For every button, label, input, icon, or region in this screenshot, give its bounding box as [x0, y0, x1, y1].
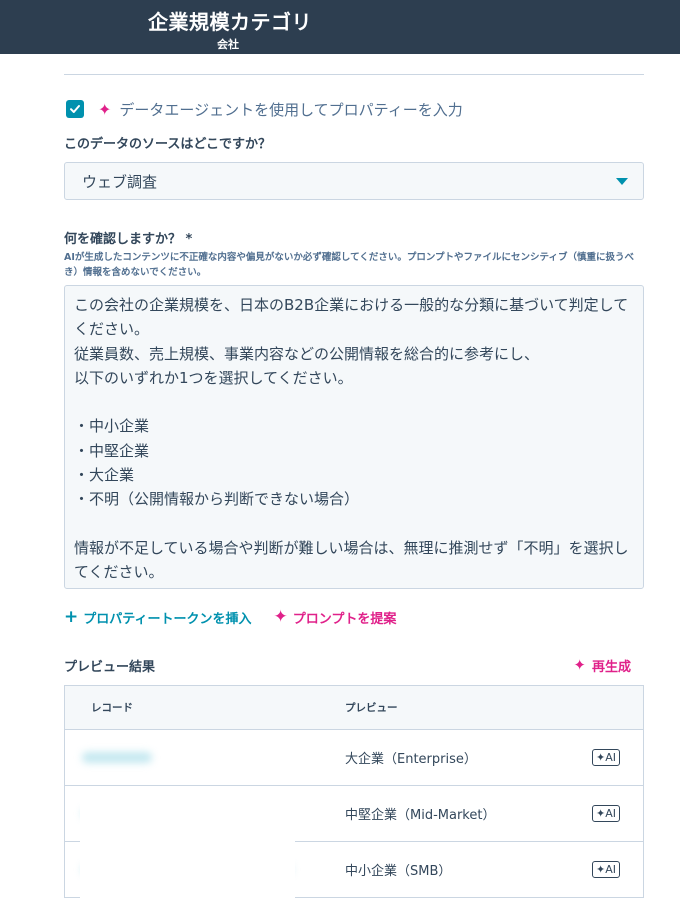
check-icon [70, 105, 80, 113]
prompt-textarea[interactable]: この会社の企業規模を、日本のB2B企業における一般的な分類に基づいて判定してくだ… [64, 285, 644, 589]
source-select[interactable]: ウェブ調査 [64, 162, 644, 200]
panel-subtitle: 会社 [217, 38, 239, 51]
source-label: このデータのソースはどこですか？ [64, 137, 271, 152]
panel-header: 企業規模カテゴリ 会社 [0, 0, 680, 54]
prompt-actions: + プロパティートークンを挿入 ✦ プロンプトを提案 [64, 607, 644, 627]
column-header-record: レコード [91, 702, 133, 714]
sparkle-icon: ✦ [98, 99, 112, 119]
ai-badge: ✦AI [592, 749, 620, 766]
preview-title: プレビュー結果 [64, 659, 156, 675]
caret-down-icon [616, 177, 628, 185]
regenerate-label: 再生成 [591, 659, 631, 675]
form-content: ✦ データエージェントを使用してプロパティーを入力 このデータのソースはどこです… [64, 54, 644, 898]
preview-value: 大企業（Enterprise） [345, 752, 477, 767]
insert-token-button[interactable]: + プロパティートークンを挿入 [64, 607, 251, 627]
suggest-prompt-button[interactable]: ✦ プロンプトを提案 [273, 607, 396, 627]
column-header-preview: プレビュー [345, 702, 398, 714]
overlay-mask [80, 790, 295, 907]
sparkle-icon: ✦ [573, 656, 586, 674]
data-agent-label: データエージェントを使用してプロパティーを入力 [119, 100, 463, 119]
preview-value: 中堅企業（Mid-Market） [345, 808, 496, 823]
suggest-prompt-label: プロンプトを提案 [292, 611, 397, 627]
sparkle-icon: ✦ [273, 607, 288, 627]
question-label: 何を確認しますか？ * [64, 232, 193, 247]
preview-header: プレビュー結果 ✦ 再生成 [64, 655, 644, 675]
insert-token-label: プロパティートークンを挿入 [83, 611, 252, 627]
regenerate-button[interactable]: ✦ 再生成 [573, 656, 631, 675]
question-help-text: AIが生成したコンテンツに不正確な内容や偏見がないか必ず確認してください。プロン… [64, 252, 634, 278]
record-name-redacted[interactable] [82, 752, 152, 763]
table-header: レコード プレビュー [65, 686, 643, 730]
data-agent-row: ✦ データエージェントを使用してプロパティーを入力 [64, 99, 644, 119]
ai-badge: ✦AI [592, 861, 620, 878]
plus-icon: + [64, 607, 79, 627]
preview-value: 中小企業（SMB） [345, 864, 452, 879]
table-row: 大企業（Enterprise） ✦AI [65, 730, 643, 786]
data-agent-checkbox[interactable] [66, 100, 84, 118]
ai-badge: ✦AI [592, 805, 620, 822]
panel-title: 企業規模カテゴリ [148, 10, 312, 34]
source-select-value: ウェブ調査 [82, 172, 158, 191]
divider [64, 74, 644, 75]
